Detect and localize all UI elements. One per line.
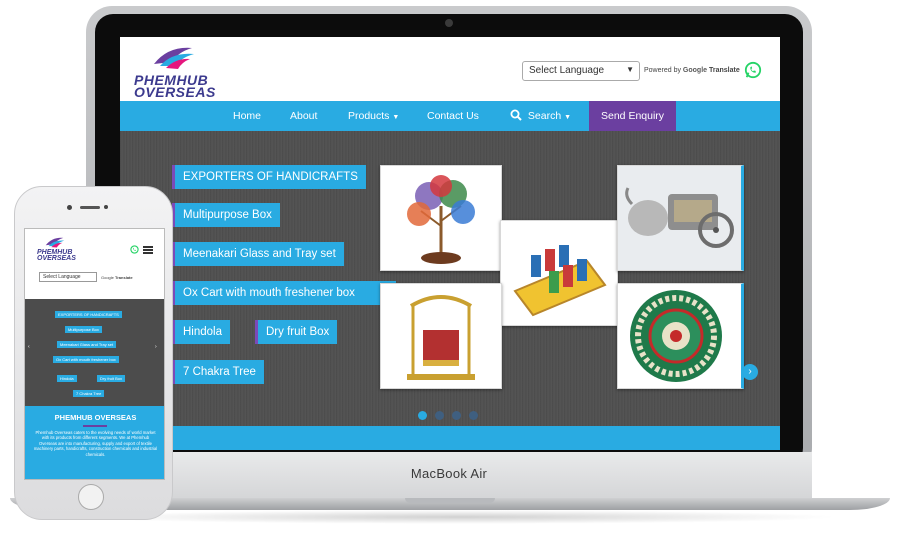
dry-fruit-box-image: [630, 290, 722, 382]
language-select[interactable]: Select Language ▼: [522, 61, 640, 81]
mobile-about-title: PHEMHUB OVERSEAS: [54, 413, 137, 422]
laptop-notch: [405, 498, 495, 503]
mobile-tag-hindola[interactable]: Hindola: [57, 375, 77, 382]
nav-search[interactable]: Search ▼: [510, 101, 571, 131]
product-image-hindola[interactable]: [380, 283, 502, 389]
product-image-meenakari-set[interactable]: [500, 220, 618, 326]
hero-tag-ox-cart[interactable]: Ox Cart with mouth freshener box: [175, 281, 396, 305]
language-select-value: Select Language: [529, 65, 605, 76]
hero-slider: EXPORTERS OF HANDICRAFTS Multipurpose Bo…: [120, 131, 780, 426]
hero-tag-chakra-tree[interactable]: 7 Chakra Tree: [175, 360, 264, 384]
main-nav: Home About Products ▼ Contact Us Search …: [120, 101, 780, 131]
translate-text: Translate: [709, 67, 740, 74]
slider-next-arrow-icon[interactable]: ›: [742, 364, 758, 380]
brand-line-2: OVERSEAS: [134, 84, 216, 100]
ox-cart-image: [618, 166, 741, 270]
chevron-down-icon: ▼: [626, 65, 634, 74]
brand-logo[interactable]: PHEMHUB OVERSEAS: [134, 73, 216, 100]
powered-by-text: Powered by: [644, 67, 681, 74]
mobile-tag-ox-cart[interactable]: Ox Cart with mouth freshener box: [53, 356, 119, 363]
mobile-tag-multipurpose-box[interactable]: Multipurpose Box: [65, 326, 102, 333]
hero-tag-multipurpose-box[interactable]: Multipurpose Box: [175, 203, 280, 227]
nav-products-label: Products: [348, 110, 390, 122]
laptop-model-label: MacBook Air: [410, 466, 488, 481]
hamburger-menu-icon[interactable]: [143, 246, 153, 254]
nav-home[interactable]: Home: [233, 101, 261, 131]
google-text: Google: [682, 67, 708, 74]
mobile-whatsapp-icon[interactable]: [130, 245, 139, 254]
mobile-google-translate-credit: Google Translate: [101, 275, 133, 280]
whatsapp-icon[interactable]: [744, 61, 762, 79]
nav-search-label: Search: [527, 110, 562, 122]
mobile-language-select[interactable]: Select Language: [39, 272, 97, 282]
phone-camera: [67, 205, 72, 210]
product-image-ox-cart[interactable]: [617, 165, 744, 271]
phone-screen: PHEMHUB OVERSEAS Select Language Google …: [24, 228, 165, 480]
nav-contact[interactable]: Contact Us: [427, 101, 479, 131]
mobile-logo-wing-icon: [45, 237, 65, 248]
laptop-shadow: [80, 510, 840, 524]
mobile-hero-slider: EXPORTERS OF HANDICRAFTS Multipurpose Bo…: [25, 299, 164, 406]
hero-tag-meenakari[interactable]: Meenakari Glass and Tray set: [175, 242, 344, 266]
hero-tag-dry-fruit-box[interactable]: Dry fruit Box: [258, 320, 338, 344]
mobile-google-text: Google: [101, 275, 114, 280]
mobile-brand-logo[interactable]: PHEMHUB OVERSEAS: [37, 249, 76, 262]
slider-dot-4[interactable]: [469, 411, 478, 420]
search-icon: [510, 109, 522, 121]
mobile-about-description: Phemhub Overseas caters to the evolving …: [33, 430, 158, 457]
phone-sensor: [104, 205, 108, 209]
hindola-image: [407, 295, 475, 380]
mobile-prev-arrow-icon[interactable]: ‹: [28, 344, 30, 350]
hero-tag-exporters: EXPORTERS OF HANDICRAFTS: [175, 165, 366, 189]
mobile-title-underline: [83, 425, 107, 427]
laptop-screen: PHEMHUB OVERSEAS Select Language ▼ Power…: [120, 37, 780, 450]
hero-footer-band: [120, 426, 780, 450]
phone-speaker: [80, 206, 100, 209]
caret-down-icon: ▼: [392, 114, 400, 121]
slider-dot-3[interactable]: [452, 411, 461, 420]
caret-down-icon: ▼: [564, 114, 572, 121]
mobile-tag-dry-fruit-box[interactable]: Dry fruit Box: [97, 375, 126, 382]
mobile-next-arrow-icon[interactable]: ›: [155, 344, 157, 350]
slider-dot-2[interactable]: [435, 411, 444, 420]
google-translate-credit: Powered by Google Translate: [644, 67, 740, 74]
meenakari-set-image: [513, 245, 607, 317]
hero-tag-hindola[interactable]: Hindola: [175, 320, 230, 344]
phone-home-button[interactable]: [78, 484, 104, 510]
nav-products[interactable]: Products ▼: [348, 101, 399, 131]
product-image-chakra-tree[interactable]: [380, 165, 502, 271]
mobile-tag-meenakari[interactable]: Meenakari Glass and Tray set: [57, 341, 117, 348]
mobile-translate-text: Translate: [115, 275, 133, 280]
chakra-tree-image: [407, 175, 475, 264]
mobile-tag-exporters: EXPORTERS OF HANDICRAFTS: [55, 311, 122, 318]
mobile-tag-chakra-tree[interactable]: 7 Chakra Tree: [73, 390, 105, 397]
slider-dot-1[interactable]: [418, 411, 427, 420]
nav-about[interactable]: About: [290, 101, 317, 131]
send-enquiry-button[interactable]: Send Enquiry: [589, 101, 677, 131]
product-image-dry-fruit-box[interactable]: [617, 283, 744, 389]
logo-wing-icon: [154, 47, 194, 69]
laptop-camera: [445, 19, 453, 27]
mobile-brand-line-2: OVERSEAS: [37, 255, 76, 262]
